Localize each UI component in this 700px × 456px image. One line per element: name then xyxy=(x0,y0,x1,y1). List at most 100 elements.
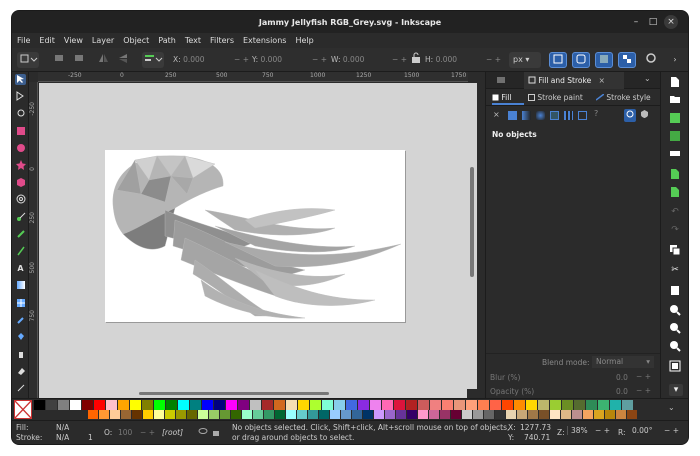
stroke-width-value[interactable]: 1 xyxy=(88,433,93,442)
color-swatch[interactable] xyxy=(622,400,634,410)
fill-stroke-tab[interactable]: Fill and Stroke × xyxy=(524,72,624,89)
menu-help[interactable]: Help xyxy=(295,36,313,45)
color-swatch[interactable] xyxy=(526,400,538,410)
color-swatch[interactable] xyxy=(574,400,586,410)
color-swatch[interactable] xyxy=(253,410,264,419)
redo-icon[interactable]: ↷ xyxy=(669,224,681,236)
color-swatch[interactable] xyxy=(118,400,130,410)
opacity-stepper[interactable]: − + xyxy=(140,428,155,437)
undo-icon[interactable]: ↶ xyxy=(669,206,681,218)
color-swatch[interactable] xyxy=(440,410,451,419)
drawing-canvas[interactable] xyxy=(39,83,467,389)
cut-icon[interactable]: ✂ xyxy=(669,264,681,276)
menu-extensions[interactable]: Extensions xyxy=(243,36,286,45)
color-swatch[interactable] xyxy=(394,400,406,410)
swatch-icon[interactable] xyxy=(578,111,587,120)
scroll-down-icon[interactable]: ▾ xyxy=(669,384,683,396)
palette-menu-icon[interactable]: ⌄ xyxy=(668,403,675,412)
stroke-paint-subtab[interactable]: Stroke paint xyxy=(528,91,583,105)
color-swatch[interactable] xyxy=(407,410,418,419)
group-icon[interactable] xyxy=(669,360,681,372)
opacity-stepper[interactable]: − + xyxy=(636,386,651,395)
color-swatch[interactable] xyxy=(319,410,330,419)
stroke-style-subtab[interactable]: Stroke style xyxy=(595,91,651,105)
color-swatch[interactable] xyxy=(586,400,598,410)
zoom-page-icon[interactable] xyxy=(669,340,681,352)
import-icon[interactable] xyxy=(669,130,681,142)
menu-path[interactable]: Path xyxy=(158,36,176,45)
color-swatch[interactable] xyxy=(462,410,473,419)
dock-menu-icon[interactable]: ⌄ xyxy=(644,74,651,83)
menu-file[interactable]: File xyxy=(17,36,30,45)
node-tool-icon[interactable] xyxy=(15,91,26,102)
color-swatch[interactable] xyxy=(34,400,46,410)
flat-color-icon[interactable] xyxy=(508,111,517,120)
color-swatch[interactable] xyxy=(132,410,143,419)
color-swatch[interactable] xyxy=(70,400,82,410)
color-swatch[interactable] xyxy=(231,410,242,419)
current-layer[interactable]: [root] xyxy=(162,428,183,437)
blur-value[interactable]: 0.0 xyxy=(616,373,628,382)
fill-subtab[interactable]: Fill xyxy=(492,91,524,105)
w-field[interactable]: W: 0.000 xyxy=(331,52,364,68)
color-swatch[interactable] xyxy=(550,410,561,419)
y-field[interactable]: Y: 0.000 xyxy=(252,52,282,68)
maximize-button[interactable]: □ xyxy=(646,15,660,29)
color-swatch[interactable] xyxy=(190,400,202,410)
color-swatch[interactable] xyxy=(297,410,308,419)
color-swatch[interactable] xyxy=(88,410,99,419)
color-swatch[interactable] xyxy=(627,410,638,419)
color-swatch[interactable] xyxy=(178,400,190,410)
scale-corners-icon[interactable] xyxy=(572,52,590,68)
color-swatch[interactable] xyxy=(226,400,238,410)
vertical-scrollbar[interactable] xyxy=(467,83,477,389)
unit-select[interactable]: px ▾ xyxy=(509,52,541,68)
color-swatch[interactable] xyxy=(506,410,517,419)
color-swatch[interactable] xyxy=(322,400,334,410)
color-swatch[interactable] xyxy=(550,400,562,410)
menu-layer[interactable]: Layer xyxy=(92,36,114,45)
color-swatch[interactable] xyxy=(418,410,429,419)
spiral-tool-icon[interactable] xyxy=(15,194,26,205)
import-image-icon[interactable] xyxy=(669,168,681,180)
new-document-icon[interactable] xyxy=(669,76,681,88)
color-swatch[interactable] xyxy=(598,400,610,410)
blend-mode-select[interactable]: Normal ▾ xyxy=(592,356,654,368)
unset-paint-icon[interactable]: ? xyxy=(594,109,598,118)
color-swatch[interactable] xyxy=(352,410,363,419)
3d-box-tool-icon[interactable] xyxy=(15,177,26,188)
transform-gradients-icon[interactable] xyxy=(595,52,613,68)
align-dropdown[interactable] xyxy=(142,52,164,68)
color-swatch[interactable] xyxy=(451,410,462,419)
color-swatch[interactable] xyxy=(473,410,484,419)
eraser-tool-icon[interactable] xyxy=(15,366,26,377)
export-icon[interactable] xyxy=(669,186,681,198)
pencil-tool-icon[interactable] xyxy=(15,212,26,223)
color-swatch[interactable] xyxy=(286,410,297,419)
blur-stepper[interactable]: − + xyxy=(636,372,651,381)
radial-gradient-icon[interactable] xyxy=(536,111,545,120)
color-swatch[interactable] xyxy=(154,410,165,419)
rotation-stepper[interactable]: − + xyxy=(664,426,679,435)
paint-bucket-tool-icon[interactable] xyxy=(15,332,26,343)
no-paint-icon[interactable]: × xyxy=(493,110,500,119)
jellyfish-drawing[interactable] xyxy=(105,150,405,322)
color-swatch[interactable] xyxy=(396,410,407,419)
open-icon[interactable] xyxy=(669,94,681,106)
mesh-tool-icon[interactable] xyxy=(15,298,26,309)
calligraphy-tool-icon[interactable] xyxy=(15,246,26,257)
color-swatch[interactable] xyxy=(583,410,594,419)
color-swatch[interactable] xyxy=(478,400,490,410)
color-swatch[interactable] xyxy=(594,410,605,419)
rectangle-tool-icon[interactable] xyxy=(15,126,26,137)
color-swatch[interactable] xyxy=(363,410,374,419)
color-swatch[interactable] xyxy=(358,400,370,410)
gradient-tool-icon[interactable] xyxy=(15,280,26,291)
color-swatch[interactable] xyxy=(166,400,178,410)
color-swatch[interactable] xyxy=(341,410,352,419)
color-swatch[interactable] xyxy=(202,400,214,410)
color-swatch[interactable] xyxy=(406,400,418,410)
color-swatch[interactable] xyxy=(308,410,319,419)
color-swatch[interactable] xyxy=(610,400,622,410)
mesh-gradient-icon[interactable] xyxy=(550,111,559,120)
